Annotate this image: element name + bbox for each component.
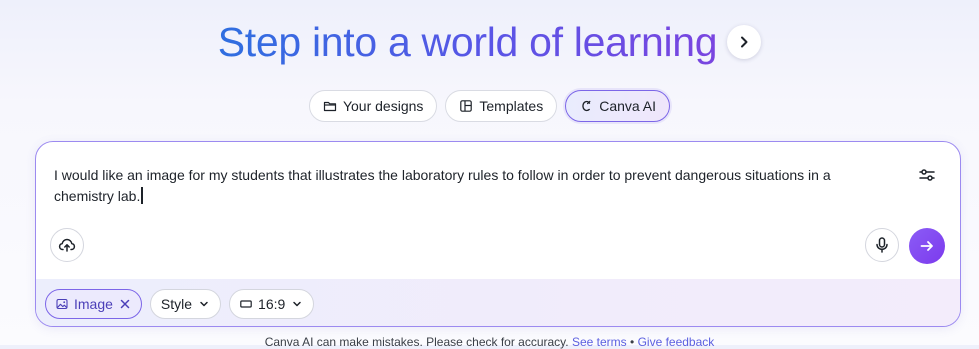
mode-tabs: Your designs Templates Canva AI [0,90,979,122]
prompt-card: I would like an image for my students th… [35,141,961,327]
arrow-right-icon [920,241,933,251]
template-icon [460,100,473,112]
chevron-down-icon [293,301,302,306]
ai-disclaimer: Canva AI can make mistakes. Please check… [0,335,979,349]
style-dropdown[interactable]: Style [149,288,222,319]
chip-label: Style [160,295,193,312]
page-title: Step into a world of learning [217,18,718,65]
chevron-right-icon [741,36,748,48]
folder-icon [323,101,337,112]
hero-header: Step into a world of learning [0,14,979,70]
send-button[interactable] [909,228,945,264]
prompt-input[interactable]: I would like an image for my students th… [54,165,884,207]
chevron-down-icon [200,301,208,306]
image-icon [56,298,68,309]
chip-label: 16:9 [258,295,286,312]
give-feedback-link[interactable]: Give feedback [638,335,715,349]
text-caret [141,187,143,204]
sliders-icon[interactable] [918,166,936,184]
aspect-ratio-dropdown[interactable]: 16:9 [229,288,315,319]
tab-templates[interactable]: Templates [445,90,558,122]
microphone-icon [876,237,888,253]
tab-your-designs[interactable]: Your designs [308,90,438,122]
tab-label: Your designs [342,98,424,114]
tab-label: Templates [479,98,544,114]
upload-button[interactable] [50,228,84,262]
see-terms-link[interactable]: See terms [572,335,627,349]
separator: • [630,335,635,349]
tab-canva-ai[interactable]: Canva AI [565,90,671,122]
close-icon[interactable] [119,298,131,310]
disclaimer-text: Canva AI can make mistakes. Please check… [264,335,569,349]
prompt-options-bar: Image Style 16:9 [36,279,960,326]
microphone-button[interactable] [865,228,899,262]
type-chip-image[interactable]: Image [45,288,142,319]
canva-ai-icon [582,100,591,112]
cloud-upload-icon [58,238,76,252]
chip-label: Image [74,295,113,312]
tab-label: Canva AI [599,98,657,114]
prompt-text: I would like an image for my students th… [54,167,831,204]
hero-next-button[interactable] [727,25,762,59]
aspect-ratio-icon [240,299,252,308]
